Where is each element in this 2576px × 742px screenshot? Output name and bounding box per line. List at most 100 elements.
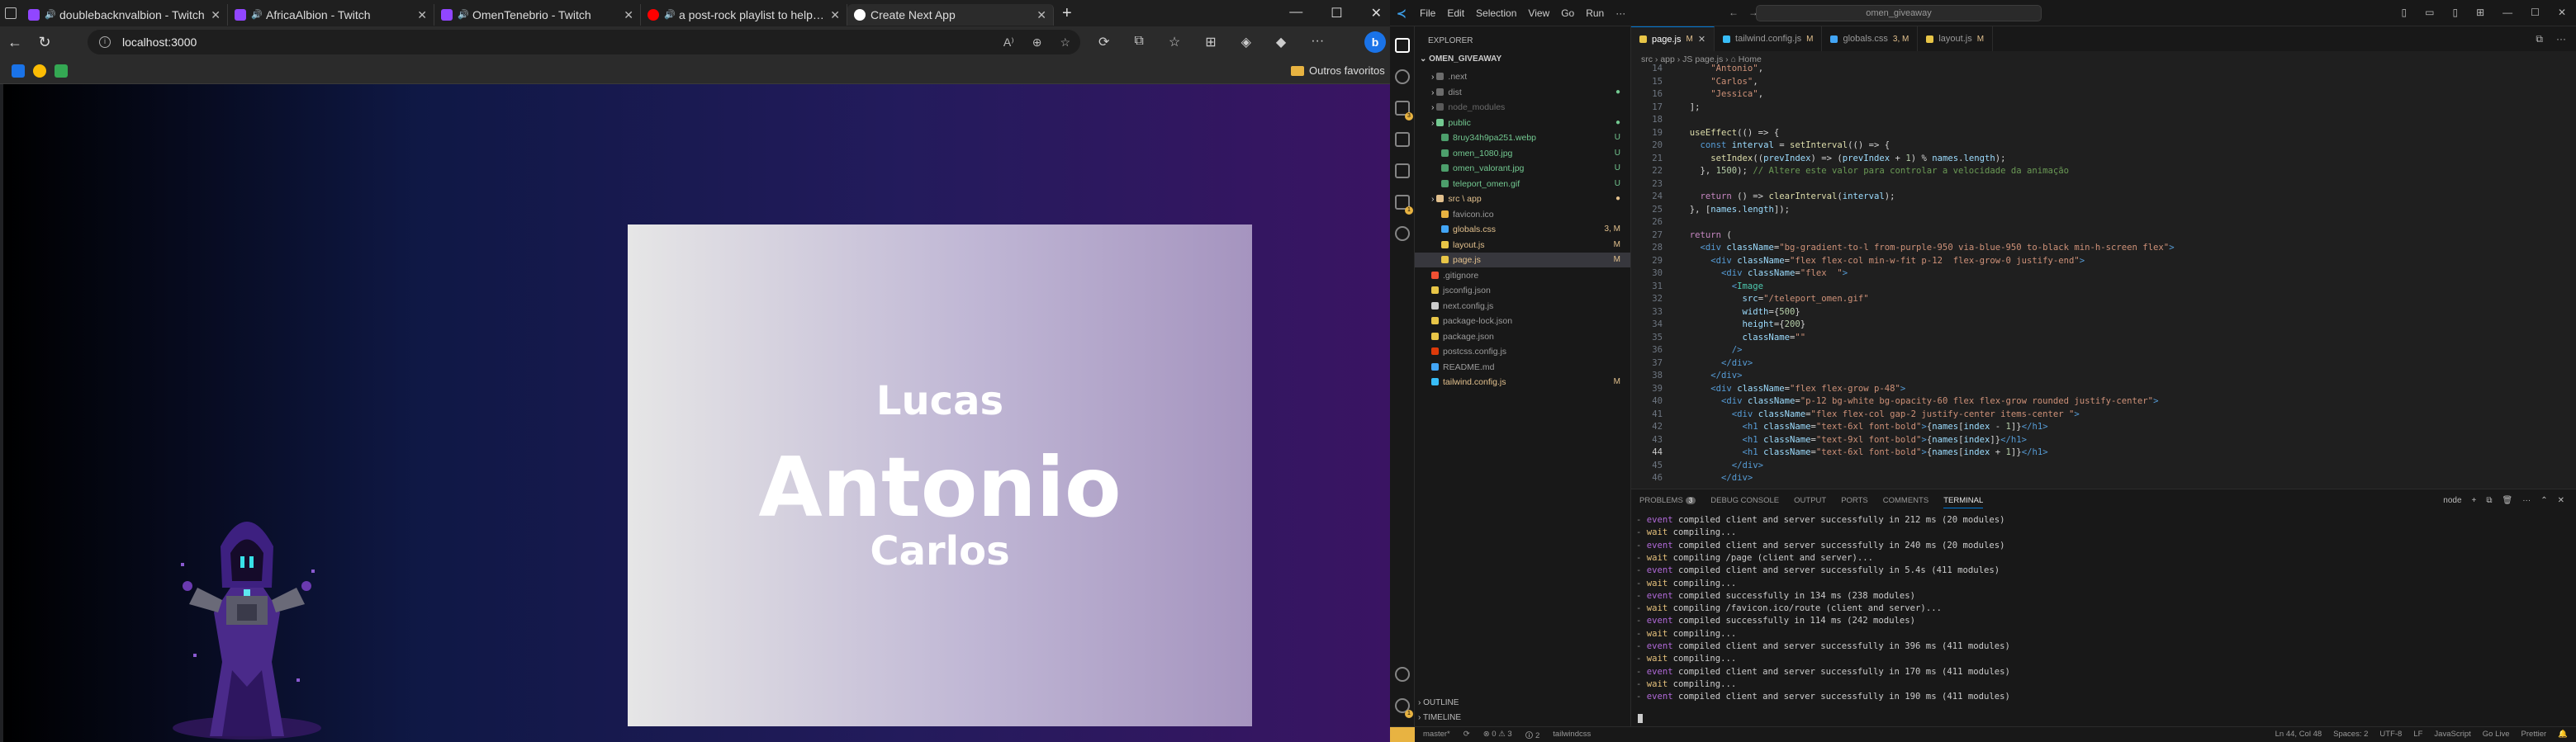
menu-item[interactable]: File xyxy=(1420,7,1435,19)
bookmark-icon[interactable] xyxy=(12,64,25,78)
site-info-icon[interactable]: i xyxy=(99,36,111,48)
cursor-position[interactable]: Ln 44, Col 48 xyxy=(2275,730,2322,739)
speaker-icon[interactable]: 🔊 xyxy=(458,10,469,20)
panel-tab-comments[interactable]: COMMENTS xyxy=(1883,496,1928,508)
bookmark-icon[interactable] xyxy=(55,64,68,78)
run-debug-icon[interactable] xyxy=(1395,132,1410,147)
editor-tab[interactable]: globals.css 3, M xyxy=(1822,26,1919,51)
refresh-button[interactable]: ↻ xyxy=(30,34,59,51)
timeline-section[interactable]: › TIMELINE xyxy=(1418,713,1461,722)
toggle-secondary-icon[interactable]: ▯ xyxy=(2453,7,2459,18)
close-tab-icon[interactable]: ✕ xyxy=(1698,34,1705,45)
file-item[interactable]: next.config.js xyxy=(1415,299,1630,314)
toggle-panel-icon[interactable]: ▭ xyxy=(2425,7,2434,18)
browser-tab[interactable]: 🔊 AfricaAlbion - Twitch ✕ xyxy=(228,4,434,26)
shield-icon[interactable]: ◈ xyxy=(1241,34,1251,50)
other-favorites-folder[interactable]: Outros favoritos xyxy=(1291,64,1385,77)
close-tab-icon[interactable]: ✕ xyxy=(624,8,633,22)
problems-indicator[interactable]: ⊗ 0 ⚠ 3 xyxy=(1483,730,1512,742)
new-terminal-icon[interactable]: + xyxy=(2472,496,2477,505)
file-item[interactable]: omen_valorant.jpg U xyxy=(1415,161,1630,176)
more-menu-icon[interactable]: ··· xyxy=(1311,34,1324,50)
live-share-icon[interactable] xyxy=(1395,226,1410,241)
folder-item[interactable]: › dist ● xyxy=(1415,85,1630,100)
nav-back-icon[interactable]: ← xyxy=(1729,7,1739,18)
go-live-button[interactable]: Go Live xyxy=(2483,730,2510,739)
browser-tab[interactable]: 🔊a post-rock playlist to help you work ✕ xyxy=(641,4,847,26)
explorer-icon[interactable] xyxy=(1395,38,1410,53)
file-item[interactable]: 8ruy34h9pa251.webp U xyxy=(1415,130,1630,145)
tailwind-indicator[interactable]: tailwindcss xyxy=(1553,730,1591,742)
file-item[interactable]: omen_1080.jpg U xyxy=(1415,146,1630,161)
maximize-button[interactable]: ☐ xyxy=(1331,5,1342,21)
copilot-icon[interactable]: b xyxy=(1364,31,1386,53)
customize-layout-icon[interactable]: ⊞ xyxy=(2476,7,2484,18)
address-bar[interactable]: i localhost:3000 A⁾ ⊕ ☆ xyxy=(88,30,1080,54)
zoom-icon[interactable]: ⊕ xyxy=(1032,35,1042,50)
close-tab-icon[interactable]: ✕ xyxy=(1037,8,1046,22)
close-tab-icon[interactable]: ✕ xyxy=(211,8,221,22)
file-item[interactable]: layout.js M xyxy=(1415,238,1630,253)
remote-indicator[interactable] xyxy=(1390,727,1415,742)
speaker-icon[interactable]: 🔊 xyxy=(251,10,263,20)
menu-item[interactable]: Selection xyxy=(1476,7,1516,19)
bookmark-icon[interactable] xyxy=(33,64,46,78)
browser-tab[interactable]: 🔊 OmenTenebrio - Twitch ✕ xyxy=(434,4,641,26)
language-mode[interactable]: JavaScript xyxy=(2434,730,2470,739)
browser-tab[interactable]: 🔊 doublebacknvalbion - Twitch ✕ xyxy=(21,4,228,26)
encoding[interactable]: UTF-8 xyxy=(2379,730,2402,739)
panel-tab-debug-console[interactable]: DEBUG CONSOLE xyxy=(1710,496,1779,508)
menu-item[interactable]: Edit xyxy=(1447,7,1464,19)
notifications-icon[interactable]: 🔔 xyxy=(2558,730,2568,739)
maximize-button[interactable]: ☐ xyxy=(2531,7,2540,18)
editor-tab[interactable]: page.js M ✕ xyxy=(1631,26,1715,51)
file-item[interactable]: teleport_omen.gif U xyxy=(1415,177,1630,191)
collections-icon[interactable]: ⊞ xyxy=(1205,34,1216,50)
file-item[interactable]: README.md xyxy=(1415,360,1630,375)
prettier-indicator[interactable]: Prettier xyxy=(2521,730,2547,739)
split-terminal-icon[interactable]: ⧉ xyxy=(2486,496,2492,505)
file-item[interactable]: tailwind.config.js M xyxy=(1415,375,1630,390)
editor-tab[interactable]: layout.js M xyxy=(1918,26,1994,51)
panel-tab-ports[interactable]: PORTS xyxy=(1841,496,1868,508)
remote-explorer-icon[interactable] xyxy=(1395,163,1410,178)
code-view[interactable]: 14 "Antonio", 15 "Carlos", 16 "Jessica", 17… xyxy=(1631,63,2576,489)
favorite-star-icon[interactable]: ☆ xyxy=(1060,35,1070,50)
search-icon[interactable] xyxy=(1395,69,1410,84)
menu-item[interactable]: ··· xyxy=(1615,7,1625,19)
panel-tab-problems[interactable]: PROBLEMS 3 xyxy=(1639,496,1696,508)
folder-item[interactable]: › public ● xyxy=(1415,116,1630,130)
folder-item[interactable]: › src \ app ● xyxy=(1415,191,1630,206)
line-ending[interactable]: LF xyxy=(2413,730,2422,739)
terminal-output[interactable]: - event compiled client and server succe… xyxy=(1631,514,2576,727)
toggle-sidebar-icon[interactable]: ▯ xyxy=(2402,7,2408,18)
menu-item[interactable]: Go xyxy=(1561,7,1574,19)
file-item[interactable]: page.js M xyxy=(1415,253,1630,267)
branch-indicator[interactable]: master* xyxy=(1423,730,1450,742)
folder-item[interactable]: › .next xyxy=(1415,69,1630,84)
workspace-root[interactable]: ⌄ OMEN_GIVEAWAY xyxy=(1420,54,1501,64)
read-aloud-icon[interactable]: A⁾ xyxy=(1003,35,1014,50)
browser-tab[interactable]: Create Next App ✕ xyxy=(847,4,1054,26)
new-tab-button[interactable]: + xyxy=(1062,4,1072,23)
folder-item[interactable]: › node_modules xyxy=(1415,100,1630,115)
outline-section[interactable]: › OUTLINE xyxy=(1418,698,1459,707)
sync-icon[interactable]: ⟳ xyxy=(1464,730,1470,742)
tab-actions-icon[interactable] xyxy=(5,7,17,19)
more-actions-icon[interactable]: ··· xyxy=(2522,496,2531,505)
minimize-button[interactable]: — xyxy=(1289,5,1302,21)
accounts-icon[interactable] xyxy=(1395,667,1410,682)
close-tab-icon[interactable]: ✕ xyxy=(417,8,427,22)
file-item[interactable]: package.json xyxy=(1415,329,1630,344)
command-center-search[interactable]: omen_giveaway xyxy=(1756,5,2042,21)
file-item[interactable]: jsconfig.json xyxy=(1415,283,1630,298)
panel-tab-output[interactable]: OUTPUT xyxy=(1794,496,1826,508)
menu-item[interactable]: Run xyxy=(1586,7,1604,19)
file-item[interactable]: package-lock.json xyxy=(1415,314,1630,328)
panel-tab-terminal[interactable]: TERMINAL xyxy=(1943,496,1984,508)
indentation[interactable]: Spaces: 2 xyxy=(2333,730,2368,739)
extension-icon[interactable]: ◆ xyxy=(1276,34,1286,50)
speaker-icon[interactable]: 🔊 xyxy=(45,10,56,20)
kill-terminal-icon[interactable]: 🗑 xyxy=(2502,496,2513,505)
speaker-icon[interactable]: 🔊 xyxy=(664,10,676,20)
